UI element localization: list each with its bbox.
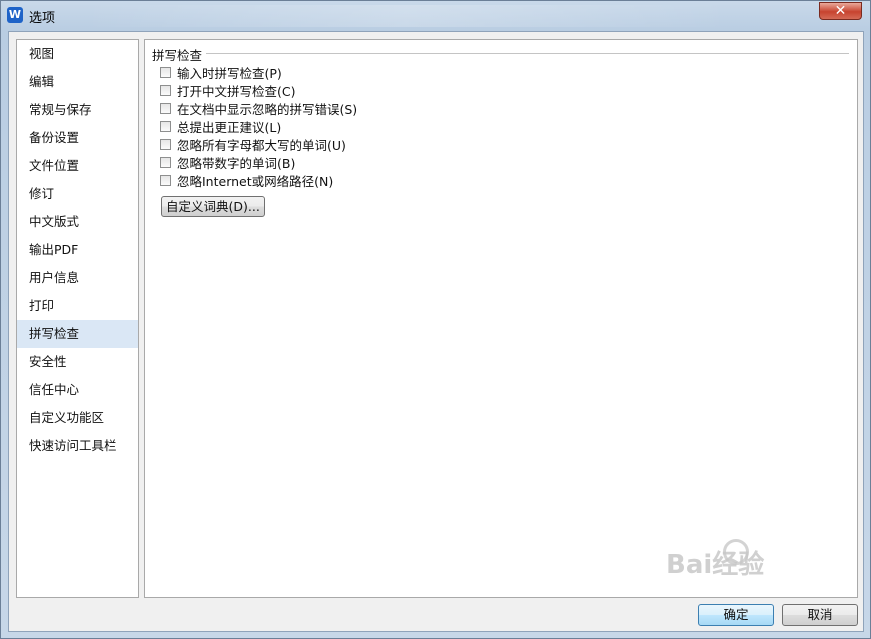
sidebar-item[interactable]: 拼写检查 (17, 320, 138, 348)
checkbox[interactable] (160, 120, 171, 132)
sidebar-item[interactable]: 修订 (17, 180, 138, 208)
sidebar-item[interactable]: 文件位置 (17, 152, 138, 180)
dialog-title: 选项 (29, 11, 56, 26)
options-sidebar: 视图 编辑 常规与保存 备份设置 文件位置 修订 中文版式 输出PDF 用户信息 打印 拼写检查 安全… (16, 39, 139, 598)
option-label: 输入时拼写检查(P) (177, 65, 282, 81)
sidebar-item[interactable]: 输出PDF (17, 236, 138, 264)
sidebar-item[interactable]: 安全性 (17, 348, 138, 376)
option-row[interactable]: 在文档中显示忽略的拼写错误(S) (160, 100, 358, 117)
checkbox[interactable] (160, 84, 171, 96)
sidebar-item[interactable]: 编辑 (17, 68, 138, 96)
option-row[interactable]: 忽略所有字母都大写的单词(U) (160, 136, 346, 153)
sidebar-item[interactable]: 用户信息 (17, 264, 138, 292)
option-row[interactable]: 总提出更正建议(L) (160, 118, 282, 135)
option-row[interactable]: 忽略带数字的单词(B) (160, 154, 296, 171)
sidebar-item[interactable]: 快速访问工具栏 (17, 432, 138, 460)
sidebar-item[interactable]: 打印 (17, 292, 138, 320)
spellcheck-panel: 拼写检查 输入时拼写检查(P) 打开中文拼写检查(C) 在文档中显示忽略的拼写错误(… (144, 39, 858, 598)
option-row[interactable]: 忽略Internet或网络路径(N) (160, 172, 334, 189)
option-label: 忽略Internet或网络路径(N) (177, 173, 334, 189)
custom-dictionary-button[interactable]: 自定义词典(D)... (161, 196, 265, 217)
dialog-body: 视图 编辑 常规与保存 备份设置 文件位置 修订 中文版式 输出PDF 用户信息 打印 拼写检查 安全… (8, 31, 864, 632)
close-button[interactable]: ✕ (819, 2, 862, 20)
group-divider (205, 53, 849, 54)
sidebar-item[interactable]: 信任中心 (17, 376, 138, 404)
sidebar-item[interactable]: 自定义功能区 (17, 404, 138, 432)
option-label: 忽略带数字的单词(B) (177, 155, 296, 171)
checkbox[interactable] (160, 156, 171, 168)
sidebar-item[interactable]: 备份设置 (17, 124, 138, 152)
checkbox[interactable] (160, 138, 171, 150)
checkbox[interactable] (160, 66, 171, 78)
option-label: 在文档中显示忽略的拼写错误(S) (177, 101, 358, 117)
background-ribbon-ghost (81, 5, 731, 27)
option-row[interactable]: 输入时拼写检查(P) (160, 64, 282, 81)
option-row[interactable]: 打开中文拼写检查(C) (160, 82, 296, 99)
ok-button[interactable]: 确定 (698, 604, 774, 626)
sidebar-item[interactable]: 常规与保存 (17, 96, 138, 124)
checkbox[interactable] (160, 174, 171, 186)
option-label: 总提出更正建议(L) (177, 119, 282, 135)
sidebar-item[interactable]: 视图 (17, 40, 138, 68)
option-label: 打开中文拼写检查(C) (177, 83, 296, 99)
cancel-button[interactable]: 取消 (782, 604, 858, 626)
options-dialog: W 选项 ✕ 视图 编辑 常规与保存 备份设置 文件位置 修订 中文版式 输出PDF 用户信息打… (0, 0, 871, 639)
group-title: 拼写检查 (152, 45, 207, 64)
wps-app-icon: W (7, 7, 23, 23)
title-bar[interactable]: W 选项 ✕ (1, 1, 870, 31)
sidebar-item[interactable]: 中文版式 (17, 208, 138, 236)
checkbox[interactable] (160, 102, 171, 114)
option-label: 忽略所有字母都大写的单词(U) (177, 137, 346, 153)
